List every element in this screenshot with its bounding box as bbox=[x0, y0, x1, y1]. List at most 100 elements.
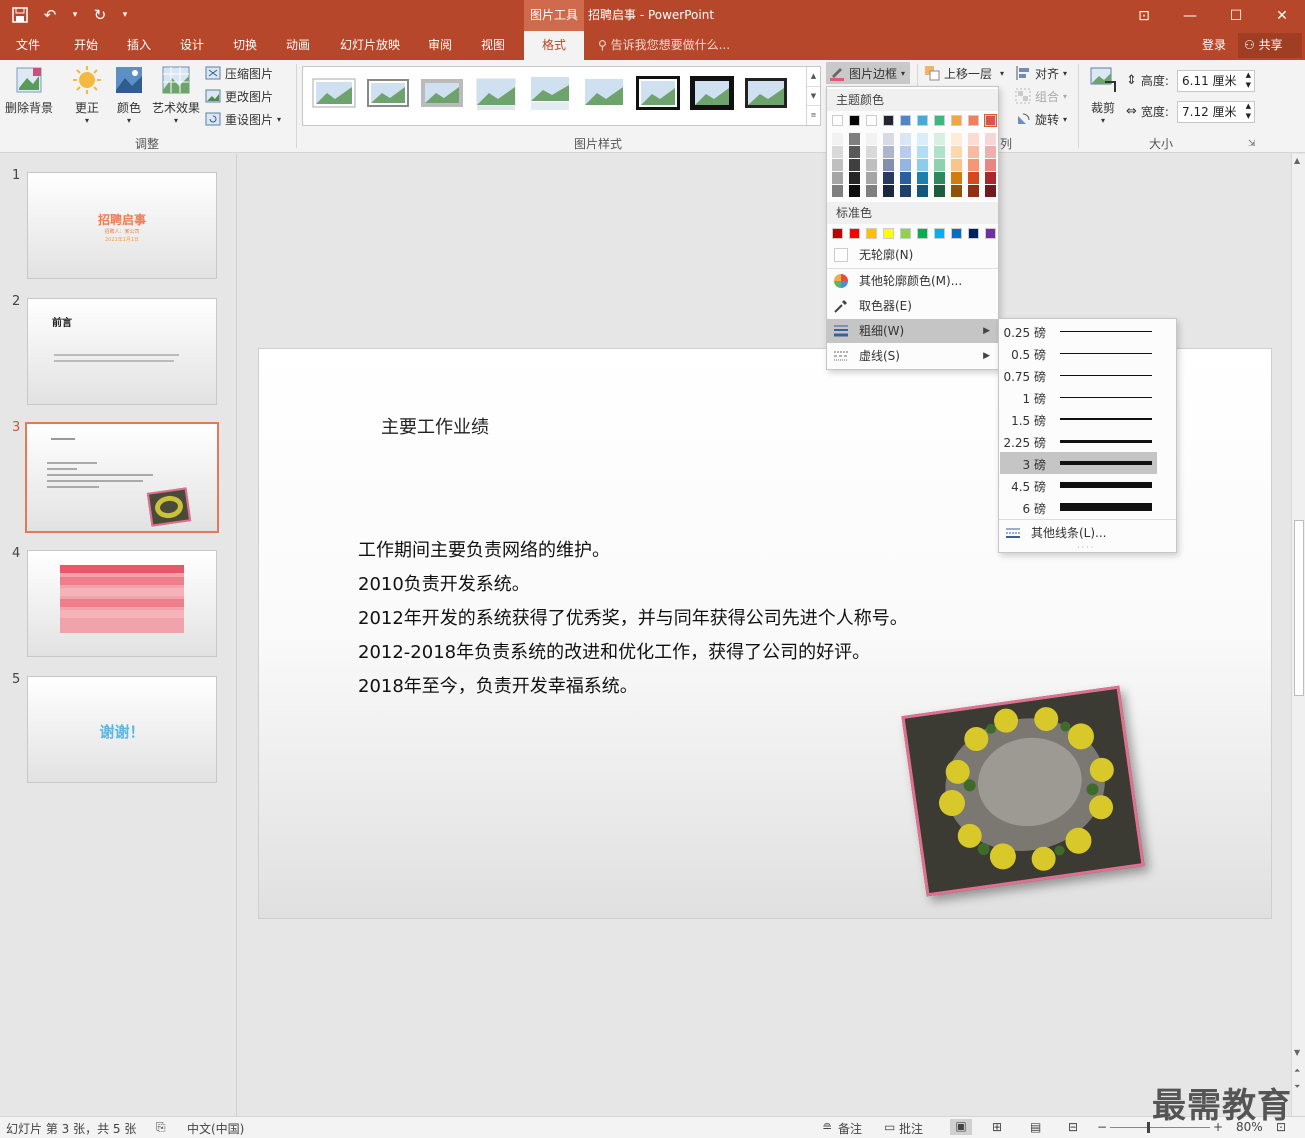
login-link[interactable]: 登录 bbox=[1202, 31, 1226, 60]
weight-option[interactable]: 0.5 磅 bbox=[1000, 342, 1157, 364]
theme-shade-swatch[interactable] bbox=[985, 172, 996, 184]
standard-color-swatch[interactable] bbox=[985, 228, 996, 239]
theme-shade-swatch[interactable] bbox=[917, 146, 928, 158]
theme-shade-swatch[interactable] bbox=[985, 159, 996, 171]
theme-shade-swatch[interactable] bbox=[866, 133, 877, 145]
theme-shade-swatch[interactable] bbox=[900, 146, 911, 158]
tab-slideshow[interactable]: 幻灯片放映 bbox=[334, 31, 406, 60]
scrollbar-thumb[interactable] bbox=[1294, 520, 1304, 696]
color-button[interactable]: 颜色 ▾ bbox=[112, 64, 146, 125]
minimize-icon[interactable]: — bbox=[1167, 0, 1213, 31]
tab-file[interactable]: 文件 bbox=[6, 31, 50, 60]
slide-title[interactable]: 主要工作业绩 bbox=[381, 413, 489, 439]
standard-color-swatch[interactable] bbox=[883, 228, 894, 239]
weight-option[interactable]: 0.25 磅 bbox=[1000, 320, 1157, 342]
language-indicator[interactable]: 中文(中国) bbox=[187, 1120, 244, 1137]
theme-shade-swatch[interactable] bbox=[951, 146, 962, 158]
zoom-slider-thumb[interactable] bbox=[1147, 1122, 1150, 1133]
slideshow-icon[interactable]: ⊟ bbox=[1068, 1120, 1078, 1134]
theme-color-swatch[interactable] bbox=[951, 115, 962, 126]
theme-shade-swatch[interactable] bbox=[866, 185, 877, 197]
theme-shade-swatch[interactable] bbox=[883, 146, 894, 158]
reset-picture-button[interactable]: 重设图片 ▾ bbox=[205, 108, 281, 130]
corrections-button[interactable]: 更正 ▾ bbox=[70, 64, 104, 125]
theme-shade-swatch[interactable] bbox=[934, 185, 945, 197]
tab-review[interactable]: 审阅 bbox=[418, 31, 462, 60]
maximize-icon[interactable]: ☐ bbox=[1213, 0, 1259, 31]
scroll-down-icon[interactable]: ▼ bbox=[1294, 1048, 1300, 1057]
theme-color-swatch[interactable] bbox=[849, 115, 860, 126]
no-outline-item[interactable]: 无轮廓(N) bbox=[827, 243, 998, 267]
slide-thumbnail-2[interactable]: 前言 bbox=[27, 298, 217, 405]
tab-transitions[interactable]: 切换 bbox=[223, 31, 267, 60]
theme-shade-swatch[interactable] bbox=[832, 185, 843, 197]
tell-me-box[interactable]: ⚲ 告诉我您想要做什么... bbox=[598, 31, 730, 60]
change-picture-button[interactable]: 更改图片 bbox=[205, 85, 273, 107]
theme-color-swatch[interactable] bbox=[917, 115, 928, 126]
save-icon[interactable] bbox=[8, 4, 32, 26]
picture-style-thumb[interactable] bbox=[581, 73, 627, 113]
rotate-button[interactable]: 旋转 ▾ bbox=[1015, 108, 1067, 130]
resize-grip-icon[interactable]: ···· bbox=[1077, 543, 1095, 552]
standard-color-swatch[interactable] bbox=[934, 228, 945, 239]
picture-style-thumb[interactable] bbox=[527, 73, 573, 113]
theme-shade-swatch[interactable] bbox=[883, 172, 894, 184]
theme-color-swatch[interactable] bbox=[883, 115, 894, 126]
slide-sorter-icon[interactable]: ⊞ bbox=[992, 1120, 1002, 1134]
standard-color-swatch[interactable] bbox=[866, 228, 877, 239]
tab-insert[interactable]: 插入 bbox=[117, 31, 161, 60]
theme-shade-swatch[interactable] bbox=[900, 133, 911, 145]
theme-shade-swatch[interactable] bbox=[866, 146, 877, 158]
weight-option[interactable]: 1.5 磅 bbox=[1000, 408, 1157, 430]
height-input[interactable]: 6.11 厘米 ▲ ▼ bbox=[1177, 70, 1255, 92]
theme-shade-swatch[interactable] bbox=[985, 133, 996, 145]
slide-body-text[interactable]: 工作期间主要负责网络的维护。 2010负责开发系统。 2012年开发的系统获得了… bbox=[358, 534, 908, 704]
theme-shade-swatch[interactable] bbox=[968, 185, 979, 197]
comments-icon[interactable]: ▭ bbox=[884, 1120, 895, 1134]
share-button[interactable]: ⚇ 共享 bbox=[1238, 33, 1302, 58]
spinner-icon[interactable]: ▲ ▼ bbox=[1246, 101, 1251, 121]
theme-shade-swatch[interactable] bbox=[951, 159, 962, 171]
ribbon-display-icon[interactable]: ⊡ bbox=[1121, 0, 1167, 31]
more-lines-item[interactable]: 其他线条(L)... bbox=[999, 521, 1170, 545]
picture-style-thumb[interactable] bbox=[473, 73, 519, 113]
compress-pictures-button[interactable]: 压缩图片 bbox=[205, 62, 273, 84]
weight-option[interactable]: 4.5 磅 bbox=[1000, 474, 1157, 496]
weight-item[interactable]: 粗细(W) ▶ bbox=[827, 319, 998, 343]
more-outline-colors-item[interactable]: 其他轮廓颜色(M)... bbox=[827, 269, 998, 293]
theme-shade-swatch[interactable] bbox=[934, 159, 945, 171]
theme-shade-swatch[interactable] bbox=[849, 133, 860, 145]
picture-style-thumb[interactable] bbox=[689, 73, 735, 113]
picture-style-thumb[interactable] bbox=[419, 73, 465, 113]
vertical-scrollbar[interactable]: ▲ ▼ ⏶ ⏷ bbox=[1291, 154, 1305, 1116]
close-icon[interactable]: ✕ bbox=[1259, 0, 1305, 31]
next-slide-icon[interactable]: ⏷ bbox=[1294, 1082, 1300, 1092]
theme-shade-swatch[interactable] bbox=[968, 146, 979, 158]
theme-shade-swatch[interactable] bbox=[900, 172, 911, 184]
slide-thumbnail-3[interactable] bbox=[25, 422, 219, 533]
redo-icon[interactable]: ↻ bbox=[88, 4, 112, 26]
remove-background-button[interactable]: 删除背景 bbox=[4, 64, 54, 116]
theme-shade-swatch[interactable] bbox=[934, 146, 945, 158]
undo-icon[interactable]: ↶ bbox=[38, 4, 62, 26]
slide-thumbnail-5[interactable]: 谢谢！ bbox=[27, 676, 217, 783]
slide-thumbnail-1[interactable]: 招聘启事 招聘人：某公司 2021年1月1日 bbox=[27, 172, 217, 279]
weight-option[interactable]: 1 磅 bbox=[1000, 386, 1157, 408]
picture-style-thumb[interactable] bbox=[311, 73, 357, 113]
tab-view[interactable]: 视图 bbox=[471, 31, 515, 60]
undo-dropdown-icon[interactable]: ▾ bbox=[68, 4, 82, 26]
theme-shade-swatch[interactable] bbox=[883, 159, 894, 171]
theme-shade-swatch[interactable] bbox=[883, 185, 894, 197]
width-input[interactable]: 7.12 厘米 ▲ ▼ bbox=[1177, 101, 1255, 123]
notes-button[interactable]: 备注 bbox=[838, 1120, 862, 1137]
tab-format[interactable]: 格式 bbox=[524, 31, 584, 60]
theme-shade-swatch[interactable] bbox=[866, 159, 877, 171]
picture-style-thumb[interactable] bbox=[365, 73, 411, 113]
dialog-launcher-icon[interactable]: ⇲ bbox=[1248, 139, 1256, 149]
prev-slide-icon[interactable]: ⏶ bbox=[1294, 1066, 1300, 1076]
theme-shade-swatch[interactable] bbox=[883, 133, 894, 145]
standard-color-swatch[interactable] bbox=[951, 228, 962, 239]
theme-shade-swatch[interactable] bbox=[934, 133, 945, 145]
dashes-item[interactable]: 虚线(S) ▶ bbox=[827, 344, 998, 368]
artistic-effects-button[interactable]: 艺术效果 ▾ bbox=[150, 64, 202, 125]
